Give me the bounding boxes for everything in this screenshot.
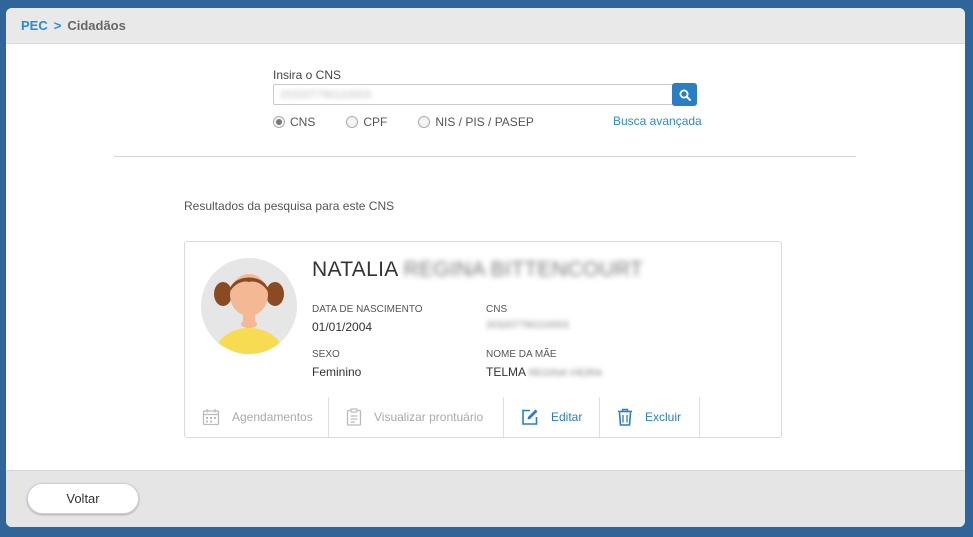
radio-nis-dot[interactable]	[418, 116, 431, 128]
card-actions: Agendamentos Visualizar prontuário Edita…	[185, 397, 781, 437]
citizen-name: NATALIA REGINA BITTENCOURT	[312, 258, 643, 282]
mother-surname: REGINA VIEIRA	[528, 368, 603, 379]
sex-label: SEXO	[312, 349, 340, 360]
avatar	[201, 258, 297, 354]
clipboard-icon	[346, 408, 362, 426]
excluir-label: Excluir	[645, 410, 682, 424]
footer-bar: Voltar	[6, 470, 965, 527]
citizen-card: NATALIA REGINA BITTENCOURT DATA DE NASCI…	[184, 241, 782, 438]
girl-avatar-icon	[201, 258, 297, 354]
mother-name-label: NOME DA MÃE	[486, 349, 557, 360]
radio-cpf[interactable]: CPF	[346, 115, 387, 129]
trash-icon	[617, 408, 633, 426]
search-label: Insira o CNS	[273, 68, 342, 82]
breadcrumb-root-link[interactable]: PEC	[21, 18, 48, 33]
breadcrumb: PEC > Cidadãos	[6, 8, 965, 44]
birth-date-label: DATA DE NASCIMENTO	[312, 304, 423, 315]
search-icon	[679, 89, 691, 101]
editar-button[interactable]: Editar	[504, 397, 600, 437]
radio-cns-dot[interactable]	[273, 116, 285, 128]
agendamentos-label: Agendamentos	[232, 410, 313, 424]
visualizar-prontuario-label: Visualizar prontuário	[374, 410, 484, 424]
back-button[interactable]: Voltar	[27, 483, 139, 514]
agendamentos-button[interactable]: Agendamentos	[185, 397, 329, 437]
results-heading: Resultados da pesquisa para este CNS	[184, 199, 395, 213]
birth-date-value: 01/01/2004	[312, 320, 373, 334]
main-window: PEC > Cidadãos Insira o CNS 203207790110…	[6, 8, 965, 527]
mother-name-value: TELMA REGINA VIEIRA	[486, 365, 602, 379]
edit-icon	[521, 408, 539, 426]
advanced-search-link[interactable]: Busca avançada	[613, 114, 702, 128]
breadcrumb-separator: >	[53, 18, 62, 33]
search-input[interactable]: 203207790110003	[273, 84, 673, 105]
search-button[interactable]	[672, 83, 697, 106]
mother-first-name: TELMA	[486, 365, 526, 379]
citizen-surname: REGINA BITTENCOURT	[403, 258, 644, 281]
radio-cns[interactable]: CNS	[273, 115, 315, 129]
sex-value: Feminino	[312, 365, 362, 379]
excluir-button[interactable]: Excluir	[600, 397, 700, 437]
cns-value: 203207790110003	[486, 320, 569, 331]
divider	[114, 156, 856, 157]
editar-label: Editar	[551, 410, 583, 424]
radio-cpf-label: CPF	[363, 115, 388, 129]
citizen-first-name: NATALIA	[312, 258, 398, 281]
calendar-icon	[202, 408, 220, 426]
radio-cns-label: CNS	[290, 115, 316, 129]
visualizar-prontuario-button[interactable]: Visualizar prontuário	[329, 397, 504, 437]
breadcrumb-current: Cidadãos	[67, 18, 126, 33]
search-type-radio-group: CNS CPF NIS / PIS / PASEP	[273, 115, 565, 129]
cns-label: CNS	[486, 304, 508, 315]
radio-cpf-dot[interactable]	[346, 116, 359, 128]
search-input-value: 203207790110003	[280, 88, 371, 101]
radio-nis[interactable]: NIS / PIS / PASEP	[418, 115, 534, 129]
radio-nis-label: NIS / PIS / PASEP	[435, 115, 534, 129]
